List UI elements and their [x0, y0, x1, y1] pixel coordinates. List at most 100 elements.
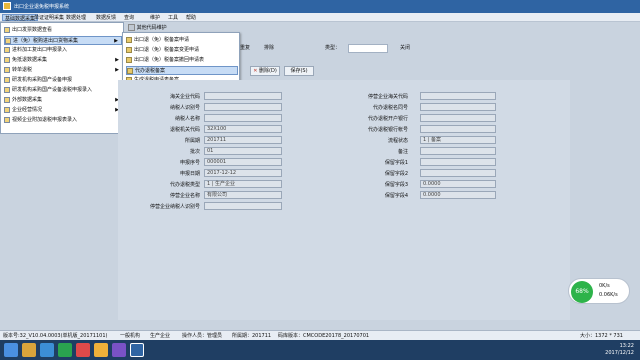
form-field[interactable] — [204, 202, 282, 210]
chat-icon[interactable] — [58, 343, 72, 357]
form-field[interactable] — [420, 147, 496, 155]
form-field[interactable] — [204, 103, 282, 111]
download-speed: 0.06K/s — [599, 292, 618, 298]
menu-item-icon — [4, 66, 10, 73]
app-icon-red[interactable] — [76, 343, 90, 357]
left-menu-item[interactable]: 转单退税 ▶ — [4, 66, 122, 75]
left-menu-label: 研发机构采购国产设备退税申报录入 — [12, 87, 93, 93]
form-field[interactable] — [420, 125, 496, 133]
left-menu-label: 进料加工复出口申报录入 — [12, 47, 68, 53]
type-select[interactable] — [348, 44, 388, 53]
form-field[interactable]: 1 | 备案 — [420, 136, 496, 144]
form-field[interactable] — [420, 92, 496, 100]
menu-item[interactable]: 帮助 — [184, 14, 198, 21]
submenu-item[interactable]: 代办退税备案 — [126, 66, 238, 75]
left-menu-item[interactable]: 免抵退数据采集 ▶ — [4, 56, 122, 65]
toolbar-exclude[interactable]: 排除 — [264, 44, 274, 53]
form-field[interactable]: 0.0000 — [420, 191, 496, 199]
chevron-right-icon: ▶ — [115, 67, 119, 73]
left-menu-item[interactable]: 进料加工复出口申报录入 — [4, 46, 122, 55]
submenu-label: 出口退（免）税备案撤回申请表 — [134, 57, 205, 63]
speed-widget[interactable]: 68% 0K/s 0.06K/s — [568, 278, 630, 304]
taskbar: 13:22 2017/12/12 — [0, 340, 640, 360]
form-label: 纳税人识别号 — [169, 105, 200, 111]
menu-item-icon — [4, 96, 10, 103]
left-menu-label: 研发机构采购国产设备申报 — [12, 77, 73, 83]
more-label: 其他代码维护 — [136, 25, 167, 31]
left-menu-item[interactable]: 企业经营情况▶ — [4, 106, 122, 115]
document-icon — [126, 56, 132, 63]
form-label: 代办退税银行帐号 — [367, 127, 408, 133]
left-menu-label: 企业经营情况 — [12, 107, 43, 113]
form-field[interactable]: 32X100 — [204, 125, 282, 133]
submenu-item[interactable]: 出口退（免）税备案撤回申请表 — [126, 56, 238, 65]
app-icon-yellow[interactable] — [94, 343, 108, 357]
form-label: 停营企业纳税人识别号 — [149, 204, 200, 210]
left-menu-item[interactable]: 进（免）税购进出口货物采集 ▶ — [4, 36, 122, 45]
form-field[interactable]: 000001 — [204, 158, 282, 166]
more-menu-item[interactable]: 其他代码维护 — [128, 24, 167, 31]
menu-item[interactable]: 查询 — [122, 14, 136, 21]
form-field[interactable]: 201711 — [204, 136, 282, 144]
submenu-item[interactable]: 出口退（免）税备案申请 — [126, 36, 238, 45]
form-field[interactable]: 01 — [204, 147, 282, 155]
chevron-right-icon: ▶ — [114, 38, 118, 44]
form-label: 代办退税类型 — [169, 182, 200, 188]
form-field[interactable] — [204, 114, 282, 122]
status-company-type: 生产企业 — [150, 333, 171, 339]
status-size: 大小：1372 * 731 — [580, 333, 623, 339]
status-type: 一般机构 — [120, 333, 141, 339]
word-icon[interactable] — [130, 343, 144, 357]
form-field[interactable] — [420, 169, 496, 177]
form-label: 纳税人名称 — [174, 116, 200, 122]
document-icon — [126, 36, 132, 43]
delete-icon: ✕ — [253, 68, 258, 74]
app-icon-purple[interactable] — [112, 343, 126, 357]
status-code: 码库版本：CMCODE20178_20170701 — [278, 333, 370, 339]
submenu-item[interactable]: 出口退（免）税备案变更申请 — [126, 46, 238, 55]
left-menu-item[interactable]: 外部数据采集▶ — [4, 96, 122, 105]
menu-item[interactable]: 维护 — [148, 14, 162, 21]
clock-date: 2017/12/12 — [605, 350, 634, 356]
form-field[interactable] — [420, 158, 496, 166]
menu-item[interactable]: 工具 — [166, 14, 180, 21]
menu-item-icon — [4, 76, 10, 83]
memory-percent: 68% — [571, 281, 593, 303]
left-menu-item[interactable]: 研发机构采购国产设备退税申报录入 — [4, 86, 122, 95]
menu-item-icon — [4, 106, 10, 113]
browser-icon[interactable] — [40, 343, 54, 357]
form-field[interactable]: 2017-12-12 — [204, 169, 282, 177]
form-label: 保留字段1 — [384, 160, 408, 166]
form-field[interactable]: 1 | 生产企业 — [204, 180, 282, 188]
form-field[interactable] — [420, 103, 496, 111]
form-label: 保留字段2 — [384, 171, 408, 177]
toolbar: 重复 排除 类型： 关闭 — [240, 44, 640, 54]
delete-button[interactable]: ✕ 删除(D) — [250, 66, 280, 76]
form-label: 申报序号 — [179, 160, 200, 166]
form-field[interactable]: 0.0000 — [420, 180, 496, 188]
left-menu-item[interactable]: 研发机构采购国产设备申报 — [4, 76, 122, 85]
start-icon[interactable] — [4, 343, 18, 357]
status-period: 所属期：201711 — [232, 333, 272, 339]
explorer-icon[interactable] — [22, 343, 36, 357]
left-menu-item[interactable]: 视频企业附加退税申报表录入 — [4, 116, 122, 125]
form-area: 海关企业代码 纳税人识别号 纳税人名称 退税机关代码 32X100 所属期 201711 批次… — [118, 80, 570, 320]
save-button[interactable]: 保存(S) — [284, 66, 314, 76]
menu-item[interactable]: 数据处理 — [64, 14, 88, 21]
toolbar-close[interactable]: 关闭 — [400, 44, 410, 53]
toolbar-repeat[interactable]: 重复 — [240, 44, 250, 53]
form-field[interactable] — [420, 114, 496, 122]
title-bar: 出口企业退免税申报系统 — [0, 0, 640, 13]
form-field[interactable]: 有限公司 — [204, 191, 282, 199]
form-field[interactable] — [204, 92, 282, 100]
form-label: 备注 — [397, 149, 408, 155]
form-label: 停营企业名称 — [169, 193, 200, 199]
form-label: 保留字段4 — [384, 193, 408, 199]
form-label: 流程状态 — [387, 138, 408, 144]
menu-item-icon — [4, 46, 10, 53]
menu-item[interactable]: 单证证明采集 — [32, 14, 66, 21]
left-menu-item[interactable]: 出口发票数据查看 — [4, 26, 122, 35]
status-bar: 版本号:32_V10.04.0003(单机版_20171101) 一般机构 生产… — [0, 330, 640, 340]
menu-item-icon — [5, 37, 11, 44]
menu-item[interactable]: 数据反馈 — [94, 14, 118, 21]
